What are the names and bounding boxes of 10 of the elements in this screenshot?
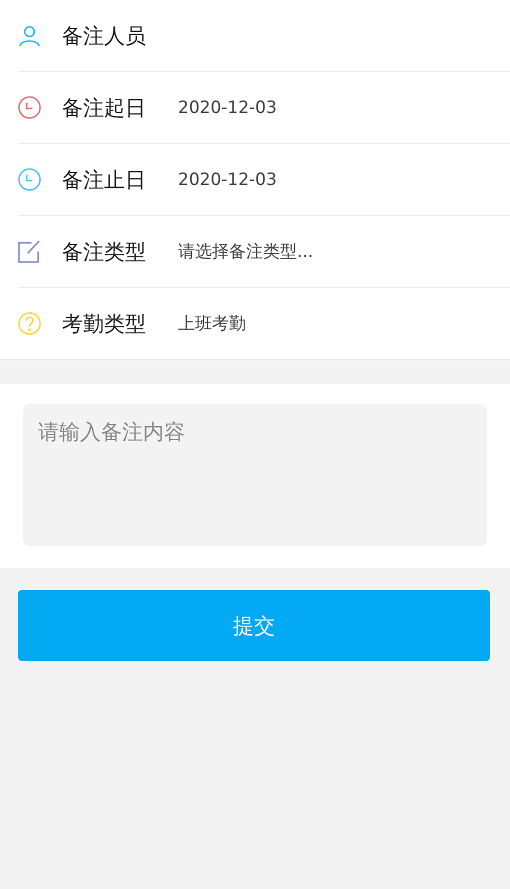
field-label: 备注人员 [62, 22, 147, 50]
field-label: 备注类型 [62, 238, 147, 266]
field-value[interactable]: 请选择备注类型... [178, 240, 314, 263]
field-label: 备注止日 [62, 166, 147, 194]
field-label: 考勤类型 [62, 310, 147, 338]
field-label: 备注起日 [62, 94, 147, 122]
field-value[interactable]: 2020-12-03 [178, 98, 277, 118]
remark-field[interactable]: 请输入备注内容 [23, 404, 487, 546]
field-value[interactable]: 上班考勤 [178, 312, 246, 335]
field-value[interactable]: 2020-12-03 [178, 170, 277, 190]
